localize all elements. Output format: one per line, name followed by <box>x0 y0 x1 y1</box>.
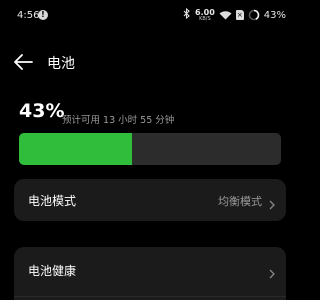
battery-estimate: 预计可用 13 小时 55 分钟 <box>62 115 175 126</box>
page-title: 电池 <box>47 56 75 72</box>
wifi-icon <box>219 10 232 20</box>
status-time: 4:56 <box>17 10 40 21</box>
network-speed: 6.00 KB/S <box>195 8 215 22</box>
page-header: 电池 <box>0 44 300 80</box>
chevron-right-icon <box>268 264 276 279</box>
status-icons: 6.00 KB/S × 43% <box>183 6 286 24</box>
notification-alert-icon: ! <box>38 10 48 20</box>
battery-health-label: 电池健康 <box>28 264 77 278</box>
status-bar: 4:56 ! 6.00 KB/S × 43% <box>0 0 300 26</box>
bluetooth-icon <box>183 7 191 22</box>
battery-ring-icon <box>248 9 260 21</box>
status-battery-percent: 43% <box>263 9 286 21</box>
battery-percent: 43% <box>19 100 65 122</box>
battery-mode-row[interactable]: 电池模式 均衡模式 <box>14 179 286 221</box>
battery-level-bar <box>19 133 281 165</box>
battery-health-row[interactable]: 电池健康 <box>14 247 286 300</box>
battery-mode-value: 均衡模式 <box>218 195 262 208</box>
row-divider <box>14 296 286 297</box>
arrow-left-icon <box>14 54 33 70</box>
network-speed-unit: KB/S <box>199 15 211 22</box>
no-sim-icon: × <box>235 10 244 20</box>
battery-level-fill <box>19 133 132 165</box>
battery-mode-label: 电池模式 <box>28 194 77 208</box>
chevron-right-icon <box>268 195 276 210</box>
back-button[interactable] <box>12 52 34 72</box>
